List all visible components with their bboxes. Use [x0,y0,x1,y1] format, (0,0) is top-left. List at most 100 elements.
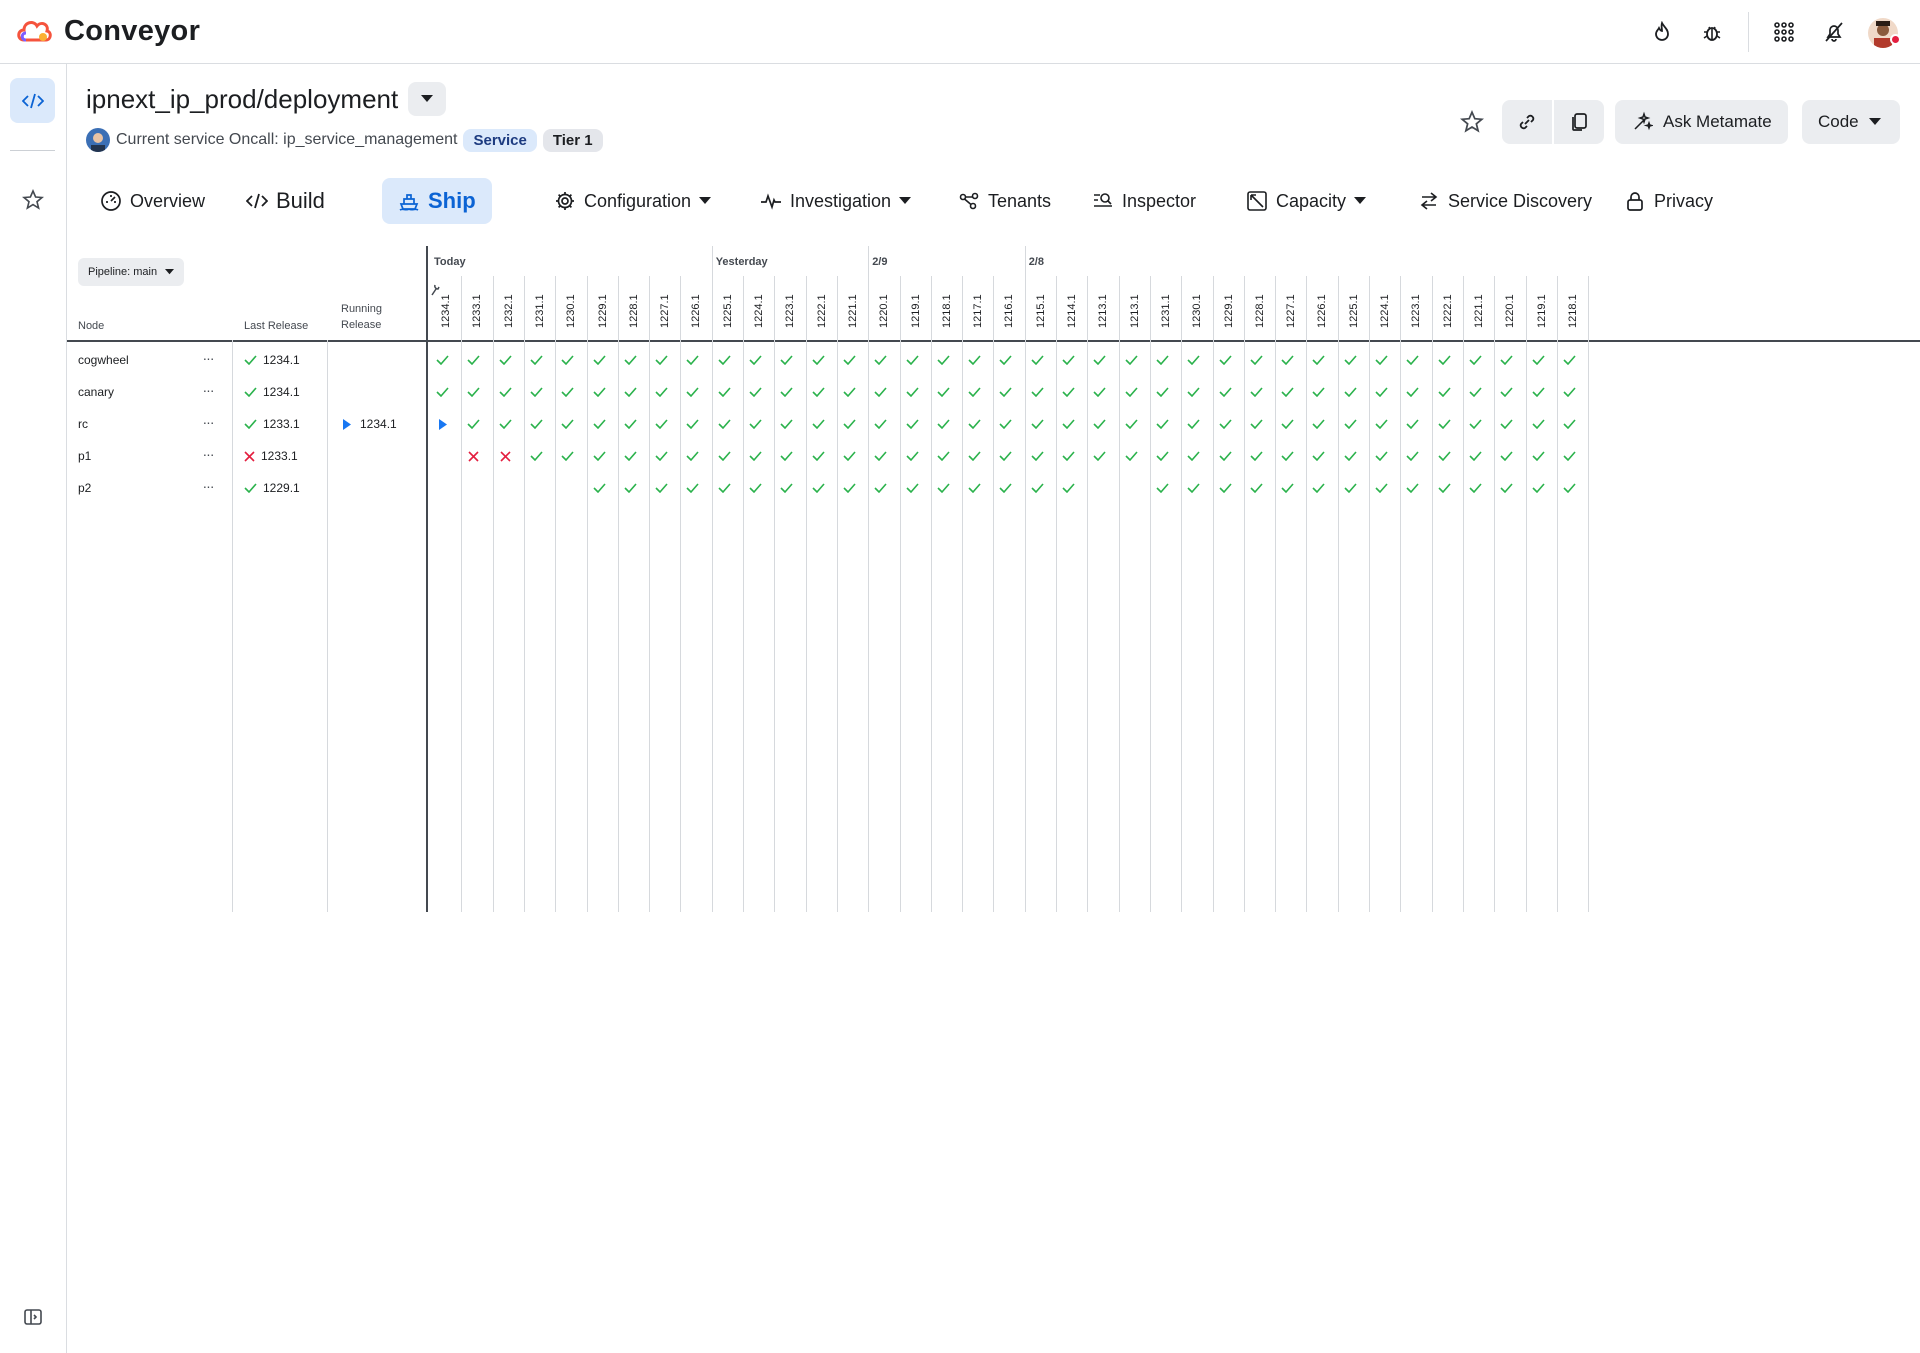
version-label[interactable]: 1215.1 [1035,286,1047,328]
check-icon[interactable] [1053,344,1084,376]
check-icon[interactable] [990,472,1021,504]
more-icon[interactable]: ··· [193,344,223,376]
version-label[interactable]: 1220.1 [1504,286,1516,328]
node-name[interactable]: p1 [78,440,91,472]
tab-configuration[interactable]: Configuration [540,178,725,224]
check-icon[interactable] [709,376,740,408]
check-icon[interactable] [1022,408,1053,440]
check-icon[interactable] [803,376,834,408]
version-label[interactable]: 1227.1 [659,286,671,328]
check-icon[interactable] [1491,376,1522,408]
check-icon[interactable] [865,472,896,504]
check-icon[interactable] [1178,472,1209,504]
play-icon[interactable] [427,408,458,440]
check-icon[interactable] [1460,440,1491,472]
tab-overview[interactable]: Overview [86,178,219,224]
check-icon[interactable] [990,344,1021,376]
version-label[interactable]: 1223.1 [1410,286,1422,328]
last-release-cell[interactable]: 1229.1 [244,472,300,504]
check-icon[interactable] [1523,376,1554,408]
more-icon[interactable]: ··· [193,408,223,440]
last-release-cell[interactable]: 1233.1 [244,440,298,472]
check-icon[interactable] [458,376,489,408]
check-icon[interactable] [834,344,865,376]
check-icon[interactable] [1210,440,1241,472]
version-label[interactable]: 1225.1 [1348,286,1360,328]
check-icon[interactable] [1397,376,1428,408]
check-icon[interactable] [615,472,646,504]
check-icon[interactable] [834,440,865,472]
check-icon[interactable] [1397,472,1428,504]
tab-service-discovery[interactable]: Service Discovery [1404,178,1606,224]
check-icon[interactable] [1397,408,1428,440]
check-icon[interactable] [584,344,615,376]
check-icon[interactable] [1554,376,1585,408]
check-icon[interactable] [1303,408,1334,440]
check-icon[interactable] [1429,440,1460,472]
check-icon[interactable] [1366,376,1397,408]
check-icon[interactable] [928,376,959,408]
check-icon[interactable] [1491,472,1522,504]
version-label[interactable]: 1230.1 [565,286,577,328]
check-icon[interactable] [1210,472,1241,504]
node-name[interactable]: p2 [78,472,91,504]
check-icon[interactable] [1303,440,1334,472]
check-icon[interactable] [584,472,615,504]
check-icon[interactable] [1272,376,1303,408]
check-icon[interactable] [1053,472,1084,504]
check-icon[interactable] [1272,344,1303,376]
check-icon[interactable] [1366,472,1397,504]
version-label[interactable]: 1233.1 [471,286,483,328]
check-icon[interactable] [897,472,928,504]
version-label[interactable]: 1229.1 [1223,286,1235,328]
check-icon[interactable] [552,344,583,376]
tab-tenants[interactable]: Tenants [944,178,1065,224]
version-label[interactable]: 1213.1 [1097,286,1109,328]
last-release-cell[interactable]: 1233.1 [244,408,300,440]
check-icon[interactable] [1366,344,1397,376]
check-icon[interactable] [458,408,489,440]
check-icon[interactable] [1397,344,1428,376]
check-icon[interactable] [1053,376,1084,408]
check-icon[interactable] [1116,440,1147,472]
favorites-nav-button[interactable] [10,177,55,222]
check-icon[interactable] [865,376,896,408]
version-label[interactable]: 1231.1 [1160,286,1172,328]
check-icon[interactable] [1335,376,1366,408]
version-label[interactable]: 1226.1 [690,286,702,328]
check-icon[interactable] [1241,344,1272,376]
check-icon[interactable] [1460,472,1491,504]
check-icon[interactable] [803,472,834,504]
favorite-button[interactable] [1450,100,1494,144]
check-icon[interactable] [959,408,990,440]
check-icon[interactable] [552,440,583,472]
x-icon[interactable] [458,440,489,472]
check-icon[interactable] [803,344,834,376]
version-label[interactable]: 1219.1 [910,286,922,328]
check-icon[interactable] [1116,408,1147,440]
code-dropdown-button[interactable]: Code [1802,100,1900,144]
flame-icon[interactable] [1646,16,1678,48]
check-icon[interactable] [677,440,708,472]
check-icon[interactable] [646,472,677,504]
check-icon[interactable] [709,408,740,440]
check-icon[interactable] [1116,376,1147,408]
check-icon[interactable] [897,408,928,440]
check-icon[interactable] [771,408,802,440]
check-icon[interactable] [709,440,740,472]
more-icon[interactable]: ··· [193,440,223,472]
check-icon[interactable] [1460,344,1491,376]
check-icon[interactable] [677,376,708,408]
check-icon[interactable] [1523,440,1554,472]
check-icon[interactable] [709,472,740,504]
check-icon[interactable] [1241,408,1272,440]
check-icon[interactable] [1022,440,1053,472]
check-icon[interactable] [1272,472,1303,504]
bug-icon[interactable] [1696,16,1728,48]
version-label[interactable]: 1231.1 [534,286,546,328]
version-label[interactable]: 1213.1 [1129,286,1141,328]
check-icon[interactable] [897,376,928,408]
version-label[interactable]: 1222.1 [816,286,828,328]
check-icon[interactable] [1147,344,1178,376]
check-icon[interactable] [1147,408,1178,440]
